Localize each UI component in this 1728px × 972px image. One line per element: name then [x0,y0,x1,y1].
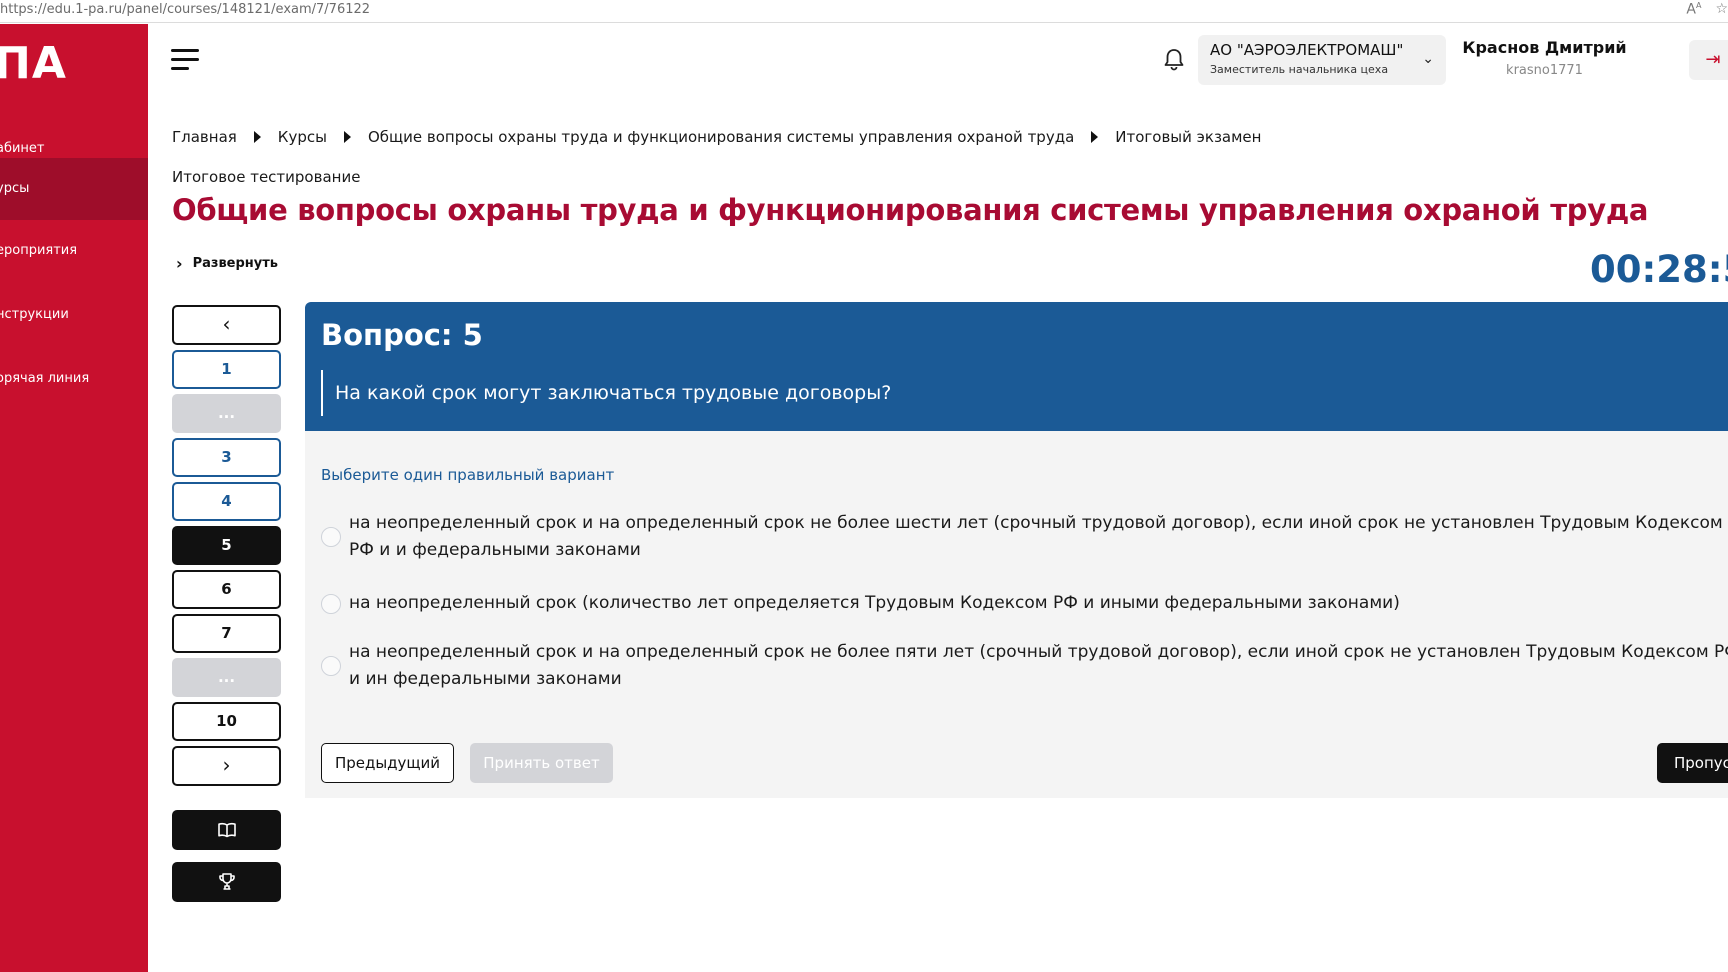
user-login: krasno1771 [1506,63,1583,78]
sidebar: ПА абинет урсы ероприятия нструкции оряч… [0,24,148,972]
menu-icon[interactable] [171,49,199,71]
user-name: Краснов Дмитрий [1462,38,1627,57]
chevron-right-icon: › [176,254,183,273]
logo[interactable]: ПА [0,38,67,89]
read-aloud-icon[interactable]: AA [1686,1,1701,18]
organization-role: Заместитель начальника цеха [1210,63,1389,76]
breadcrumb: Главная Курсы Общие вопросы охраны труда… [172,128,1261,146]
sidebar-item-courses[interactable]: урсы [0,158,148,220]
question-nav-ellipsis[interactable]: ... [172,394,281,433]
question-nav-3[interactable]: 3 [172,438,281,477]
trophy-icon[interactable] [172,862,281,902]
question-accent-bar [321,370,323,416]
radio-button[interactable] [321,656,341,676]
browser-url[interactable]: https://edu.1-pa.ru/panel/courses/148121… [0,2,370,17]
sidebar-item-instructions[interactable]: нструкции [0,284,148,346]
breadcrumb-courses[interactable]: Курсы [278,128,327,146]
radio-button[interactable] [321,593,341,614]
question-nav-1[interactable]: 1 [172,350,281,389]
user-profile[interactable]: Краснов Дмитрий krasno1771 [1462,38,1627,78]
answer-option-text: на неопределенный срок (количество лет о… [349,593,1400,613]
question-nav-6[interactable]: 6 [172,570,281,609]
question-text: На какой срок могут заключаться трудовые… [335,382,892,404]
breadcrumb-separator-icon [343,131,351,143]
browser-address-bar: https://edu.1-pa.ru/panel/courses/148121… [0,0,1728,23]
previous-button[interactable]: Предыдущий [321,743,454,783]
question-nav-ellipsis[interactable]: ... [172,658,281,697]
answer-option-1[interactable]: на неопределенный срок и на определенный… [321,510,1728,564]
question-number: Вопрос: 5 [321,318,483,352]
logout-icon[interactable]: ⇥ [1689,40,1728,80]
breadcrumb-course[interactable]: Общие вопросы охраны труда и функциониро… [368,128,1074,146]
radio-button[interactable] [321,527,341,547]
next-question-arrow-icon[interactable]: › [172,746,281,786]
breadcrumb-separator-icon [1091,131,1099,143]
page-title: Общие вопросы охраны труда и функциониро… [172,193,1649,227]
question-nav-10[interactable]: 10 [172,702,281,741]
answer-option-text: на неопределенный срок и на определенный… [349,513,1723,560]
accept-answer-button[interactable]: Принять ответ [470,743,613,783]
question-nav-4[interactable]: 4 [172,482,281,521]
previous-question-arrow-icon[interactable]: ‹ [172,305,281,345]
expand-toggle[interactable]: › Развернуть [176,254,278,273]
book-icon[interactable] [172,810,281,850]
question-navigator: ‹ 1 ... 3 4 5 6 7 ... 10 › [172,305,281,914]
favorite-star-icon[interactable]: ☆ [1715,1,1728,18]
question-nav-7[interactable]: 7 [172,614,281,653]
answer-option-2[interactable]: на неопределенный срок (количество лет о… [321,590,1728,617]
breadcrumb-home[interactable]: Главная [172,128,237,146]
sidebar-item-hotline[interactable]: орячая линия [0,348,148,410]
answer-panel: Выберите один правильный вариант на неоп… [305,431,1728,798]
expand-label: Развернуть [192,256,279,271]
bell-icon[interactable] [1160,45,1188,73]
exam-timer: 00:28:5 [1590,248,1728,291]
answer-hint: Выберите один правильный вариант [321,466,615,484]
page-subtitle: Итоговое тестирование [172,168,361,186]
breadcrumb-separator-icon [253,131,261,143]
skip-button[interactable]: Пропус [1657,743,1728,783]
breadcrumb-current: Итоговый экзамен [1115,128,1262,146]
answer-option-text: на неопределенный срок и на определенный… [349,642,1728,689]
answer-option-3[interactable]: на неопределенный срок и на определенный… [321,639,1728,693]
question-header: Вопрос: 5 На какой срок могут заключатьс… [305,302,1728,431]
sidebar-item-events[interactable]: ероприятия [0,220,148,282]
organization-selector[interactable]: АО "АЭРОЭЛЕКТРОМАШ" Заместитель начальни… [1198,35,1446,85]
chevron-down-icon: ⌄ [1422,51,1434,67]
organization-name: АО "АЭРОЭЛЕКТРОМАШ" [1210,41,1404,59]
question-nav-5-current[interactable]: 5 [172,526,281,565]
